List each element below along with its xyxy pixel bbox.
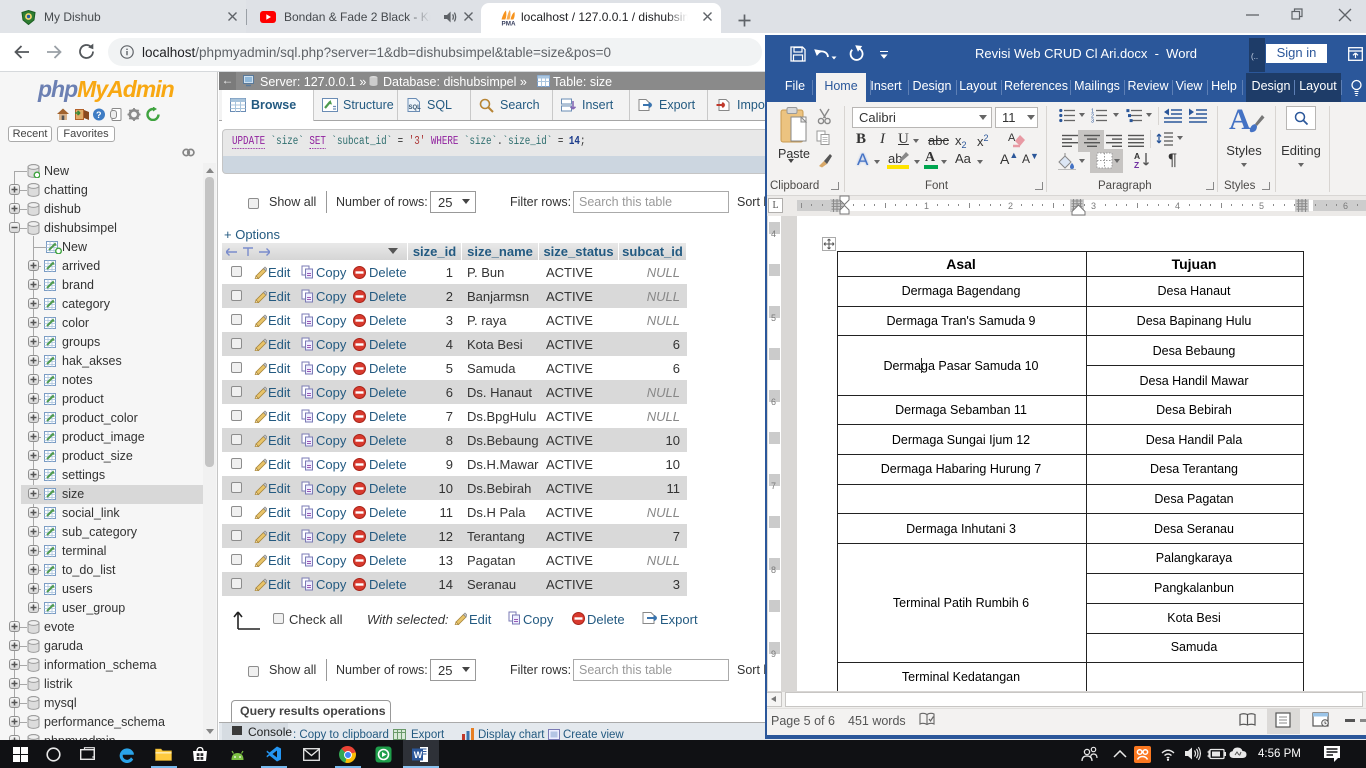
svg-text:SQL: SQL <box>409 105 422 111</box>
svg-text:Z: Z <box>1134 160 1139 169</box>
svg-text:PMA: PMA <box>502 21 516 27</box>
svg-text:3: 3 <box>1091 119 1094 124</box>
svg-text:W: W <box>414 750 423 760</box>
svg-text:?: ? <box>96 110 102 120</box>
svg-text:A: A <box>1008 132 1016 144</box>
